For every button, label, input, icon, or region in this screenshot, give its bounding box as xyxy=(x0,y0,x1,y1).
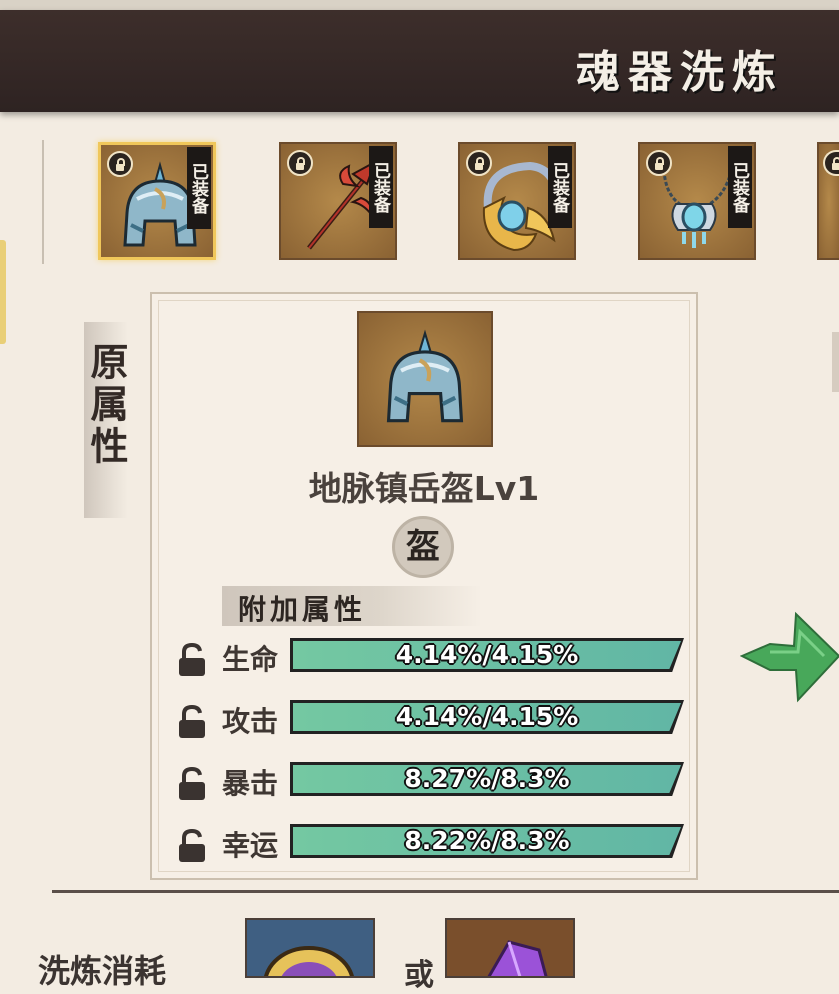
attribute-value: 8.22%/8.3% xyxy=(404,826,570,855)
right-panel-edge xyxy=(832,332,839,392)
attribute-row-hp: 生命 4.14%/4.15% xyxy=(174,636,694,676)
lock-icon xyxy=(646,150,672,176)
lock-icon xyxy=(107,151,133,177)
attribute-row-crit: 暴击 8.27%/8.3% xyxy=(174,760,694,800)
original-attributes-label: 原属性 xyxy=(84,322,129,518)
item-icon-frame xyxy=(357,311,493,447)
lock-icon xyxy=(466,150,492,176)
crystal-icon xyxy=(487,940,548,976)
header-bar: 魂器洗炼 xyxy=(0,10,839,112)
arrow-right-icon xyxy=(740,611,839,703)
equip-slot-armor[interactable]: 已装备 xyxy=(458,142,576,260)
cost-label: 洗炼消耗 xyxy=(38,952,167,990)
equip-slot-helmet[interactable]: 已装备 xyxy=(98,142,216,260)
section-divider xyxy=(52,890,839,893)
equipped-tag: 已装备 xyxy=(187,147,211,229)
attribute-name: 暴击 xyxy=(222,767,279,800)
attribute-row-luck: 幸运 8.22%/8.3% xyxy=(174,822,694,862)
attribute-bar: 4.14%/4.15% xyxy=(290,700,684,734)
left-tab-edge[interactable] xyxy=(0,240,6,344)
material-slot-scroll[interactable] xyxy=(245,918,375,978)
unlock-toggle-icon[interactable] xyxy=(174,704,210,740)
equipped-tag: 已装备 xyxy=(548,146,572,228)
equip-slot-necklace[interactable]: 已装备 xyxy=(638,142,756,260)
item-card: 地脉镇岳盔Lv1 盔 附加属性 生命 4.14%/4.15% 攻击 4.14%/… xyxy=(150,292,698,880)
unlock-toggle-icon[interactable] xyxy=(174,828,210,864)
helmet-icon xyxy=(386,329,464,423)
lock-icon xyxy=(287,150,313,176)
or-text: 或 xyxy=(404,958,434,993)
lock-icon xyxy=(823,150,839,176)
unlock-toggle-icon[interactable] xyxy=(174,642,210,678)
attribute-value: 4.14%/4.15% xyxy=(395,702,579,731)
attribute-bar: 4.14%/4.15% xyxy=(290,638,684,672)
scroll-icon xyxy=(264,946,354,976)
item-name: 地脉镇岳盔Lv1 xyxy=(308,469,540,508)
equip-slot-halberd[interactable]: 已装备 xyxy=(279,142,397,260)
attribute-row-attack: 攻击 4.14%/4.15% xyxy=(174,698,694,738)
item-type-badge: 盔 xyxy=(392,516,454,578)
attribute-bar: 8.22%/8.3% xyxy=(290,824,684,858)
attribute-name: 生命 xyxy=(222,643,279,676)
attribute-name: 幸运 xyxy=(222,829,279,862)
attribute-bar: 8.27%/8.3% xyxy=(290,762,684,796)
material-slot-crystal[interactable] xyxy=(445,918,575,978)
attribute-value: 4.14%/4.15% xyxy=(395,640,579,669)
unlock-toggle-icon[interactable] xyxy=(174,766,210,802)
top-strip xyxy=(0,0,839,10)
attribute-value: 8.27%/8.3% xyxy=(404,764,570,793)
attributes-section-title: 附加属性 xyxy=(222,586,482,626)
attribute-name: 攻击 xyxy=(222,705,279,738)
equipped-tag: 已装备 xyxy=(369,146,393,228)
page-title: 魂器洗炼 xyxy=(576,47,784,98)
slot-divider xyxy=(42,140,44,264)
equip-slot-partial[interactable] xyxy=(817,142,839,260)
equipped-tag: 已装备 xyxy=(728,146,752,228)
